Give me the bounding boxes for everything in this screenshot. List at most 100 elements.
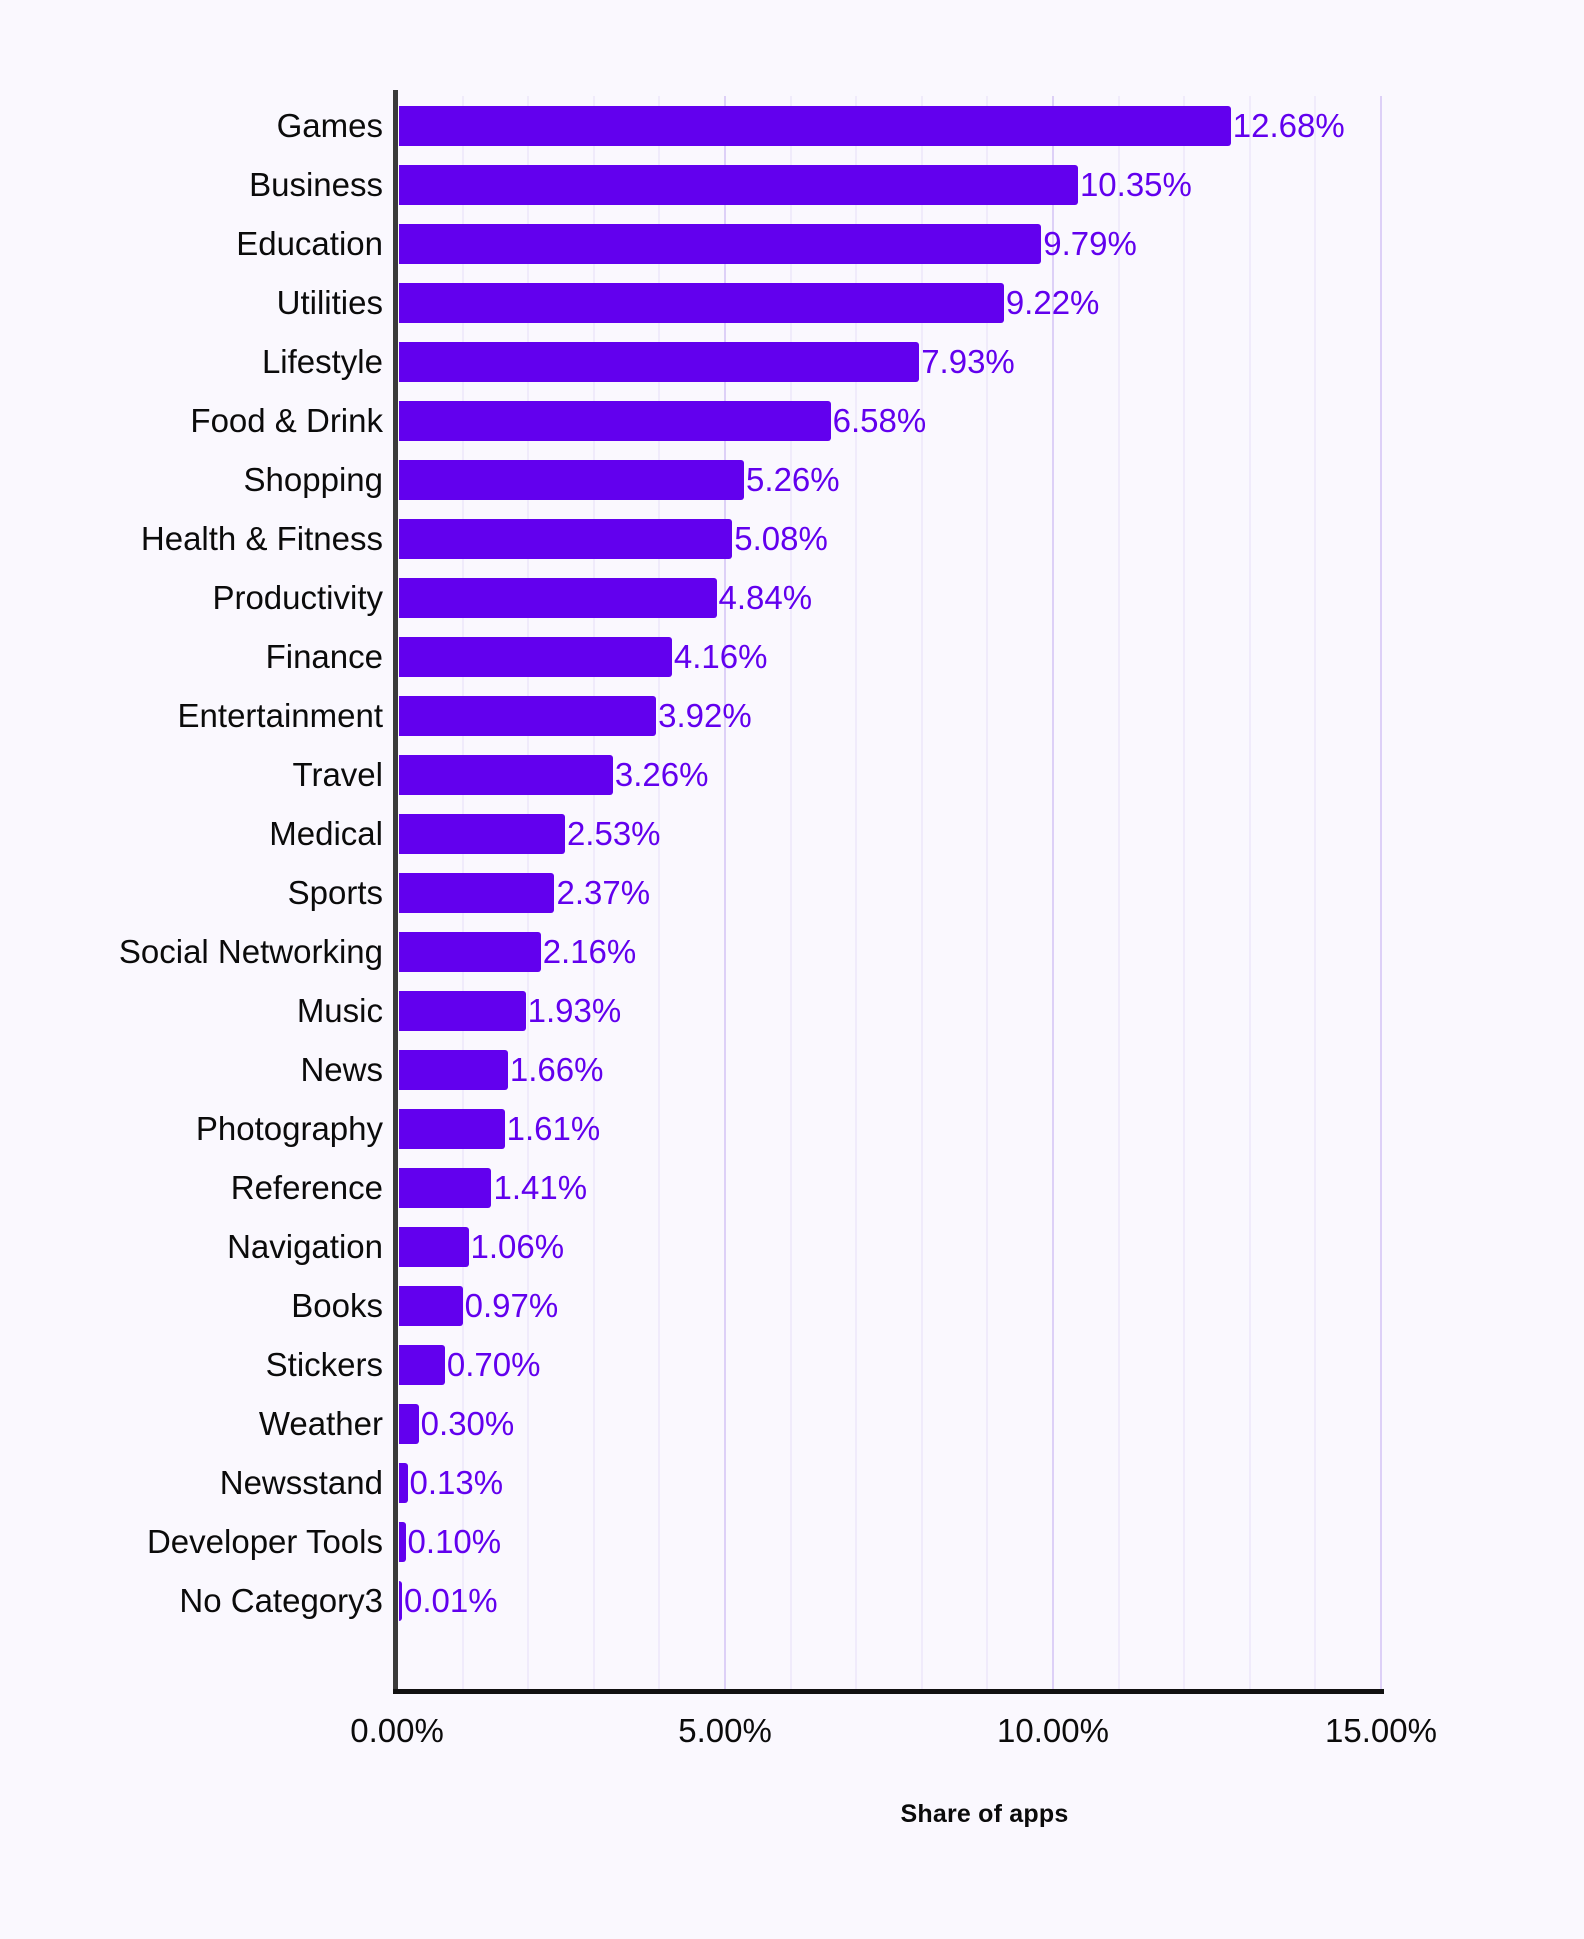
bar-and-value: 0.70% <box>399 1335 540 1394</box>
bar-value-label: 1.06% <box>470 1228 565 1265</box>
bar[interactable] <box>399 872 555 913</box>
bar[interactable] <box>399 636 672 677</box>
bar[interactable] <box>399 282 1004 323</box>
bar-value-label: 2.16% <box>542 933 637 970</box>
bar[interactable] <box>399 518 733 559</box>
bar-value-label: 6.58% <box>832 402 927 439</box>
bar[interactable] <box>399 223 1042 264</box>
bar-value-label: 5.08% <box>734 520 828 557</box>
bar[interactable] <box>399 1108 505 1149</box>
bar-row[interactable]: Education 9.79% <box>0 214 1584 273</box>
x-axis-line <box>393 1689 1384 1694</box>
bar-value-label: 4.16% <box>673 638 768 675</box>
bar-row[interactable]: Newsstand 0.13% <box>0 1453 1584 1512</box>
bar-and-value: 1.66% <box>399 1040 603 1099</box>
bar-and-value: 4.16% <box>399 627 767 686</box>
bar-row[interactable]: Sports 2.37% <box>0 863 1584 922</box>
x-axis-title: Share of apps <box>0 1800 1584 1829</box>
bar-row[interactable]: Navigation 1.06% <box>0 1217 1584 1276</box>
bar-row[interactable]: Social Networking 2.16% <box>0 922 1584 981</box>
bar[interactable] <box>399 813 565 854</box>
bar-row[interactable]: Entertainment 3.92% <box>0 686 1584 745</box>
bar-row[interactable]: No Category3 0.01% <box>0 1571 1584 1630</box>
bar-row[interactable]: Lifestyle 7.93% <box>0 332 1584 391</box>
bar-row[interactable]: Travel 3.26% <box>0 745 1584 804</box>
category-label: Music <box>296 992 383 1029</box>
bar-row[interactable]: Photography 1.61% <box>0 1099 1584 1158</box>
bar-and-value: 9.79% <box>399 214 1137 273</box>
category-label: Utilities <box>276 284 383 321</box>
bar-and-value: 9.22% <box>399 273 1099 332</box>
bar-value-label: 0.97% <box>464 1287 559 1324</box>
bar[interactable] <box>399 400 831 441</box>
category-label: Shopping <box>243 461 383 498</box>
bar[interactable] <box>399 1344 445 1385</box>
bar[interactable] <box>399 931 541 972</box>
bar-row[interactable]: Health & Fitness 5.08% <box>0 509 1584 568</box>
bar-value-label: 3.92% <box>658 697 752 734</box>
bar[interactable] <box>399 105 1231 146</box>
category-label: Health & Fitness <box>140 520 383 557</box>
bar[interactable] <box>399 1403 419 1444</box>
bar[interactable] <box>399 754 613 795</box>
bar-row[interactable]: Medical 2.53% <box>0 804 1584 863</box>
category-label: No Category3 <box>179 1582 383 1619</box>
bar-row[interactable]: Reference 1.41% <box>0 1158 1584 1217</box>
bar-value-label: 12.68% <box>1232 107 1345 144</box>
bar-and-value: 7.93% <box>399 332 1015 391</box>
x-axis-tick-labels: 0.00% 5.00% 10.00% 15.00% <box>0 1712 1584 1762</box>
bar[interactable] <box>399 341 920 382</box>
bar-row[interactable]: Finance 4.16% <box>0 627 1584 686</box>
bar-value-label: 1.41% <box>493 1169 588 1206</box>
bar-value-label: 2.53% <box>566 815 661 852</box>
bar-value-label: 10.35% <box>1079 166 1192 203</box>
bar-row[interactable]: Stickers 0.70% <box>0 1335 1584 1394</box>
bar-value-label: 1.66% <box>509 1051 604 1088</box>
bar-row[interactable]: Food & Drink 6.58% <box>0 391 1584 450</box>
bar-chart: Games 12.68% Business 10.35% Education 9.79% U… <box>0 0 1584 1939</box>
bar[interactable] <box>399 990 526 1031</box>
bar-value-label: 0.01% <box>404 1582 498 1619</box>
bar-value-label: 3.26% <box>614 756 709 793</box>
category-label: Food & Drink <box>190 402 383 439</box>
bar[interactable] <box>399 1285 463 1326</box>
category-label: Entertainment <box>177 697 383 734</box>
bar[interactable] <box>399 459 745 500</box>
bar[interactable] <box>399 1049 508 1090</box>
category-label: Games <box>276 107 383 144</box>
bar-and-value: 1.06% <box>399 1217 564 1276</box>
bar-value-label: 0.70% <box>446 1346 541 1383</box>
category-label: Stickers <box>265 1346 383 1383</box>
category-label: Education <box>236 225 383 262</box>
bar-row[interactable]: Music 1.93% <box>0 981 1584 1040</box>
bar-row[interactable]: Productivity 4.84% <box>0 568 1584 627</box>
bar-row[interactable]: Utilities 9.22% <box>0 273 1584 332</box>
bar-row[interactable]: Weather 0.30% <box>0 1394 1584 1453</box>
bar[interactable] <box>399 1167 492 1208</box>
bar-value-label: 2.37% <box>556 874 651 911</box>
category-label: Developer Tools <box>146 1523 383 1560</box>
bar[interactable] <box>399 695 657 736</box>
bar-row[interactable]: Books 0.97% <box>0 1276 1584 1335</box>
bar[interactable] <box>399 577 717 618</box>
bar-row[interactable]: Developer Tools 0.10% <box>0 1512 1584 1571</box>
category-label: News <box>300 1051 383 1088</box>
category-label: Social Networking <box>118 933 383 970</box>
bar-row[interactable]: Business 10.35% <box>0 155 1584 214</box>
x-tick-label: 0.00% <box>350 1712 444 1749</box>
bar-and-value: 6.58% <box>399 391 926 450</box>
category-label: Medical <box>269 815 383 852</box>
bar-and-value: 3.92% <box>399 686 752 745</box>
bar-row[interactable]: Shopping 5.26% <box>0 450 1584 509</box>
bar[interactable] <box>399 164 1078 205</box>
bar-value-label: 9.22% <box>1005 284 1100 321</box>
category-label: Productivity <box>212 579 383 616</box>
bar-row[interactable]: Games 12.68% <box>0 96 1584 155</box>
x-tick-label: 15.00% <box>1325 1712 1437 1749</box>
bar[interactable] <box>399 1462 408 1503</box>
bar-row[interactable]: News 1.66% <box>0 1040 1584 1099</box>
bar[interactable] <box>399 1226 469 1267</box>
bar-and-value: 0.10% <box>399 1512 501 1571</box>
bar-and-value: 0.30% <box>399 1394 514 1453</box>
x-axis-title-text: Share of apps <box>900 1800 1069 1828</box>
